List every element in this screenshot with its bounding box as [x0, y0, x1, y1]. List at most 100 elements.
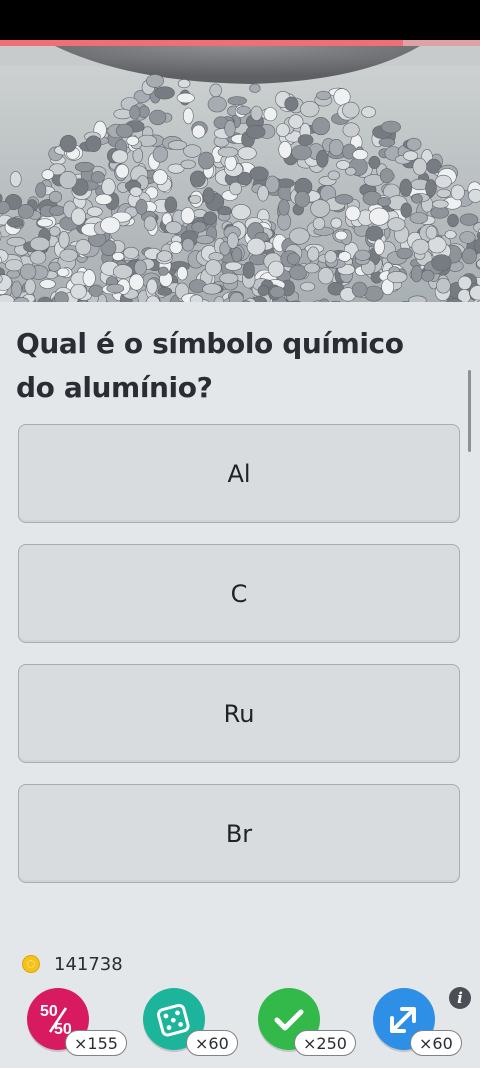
- can-shape: [207, 96, 227, 113]
- can-shape: [111, 252, 125, 262]
- coin-balance: 141738: [22, 952, 123, 976]
- can-shape: [334, 230, 348, 241]
- can-shape: [6, 236, 26, 247]
- can-shape: [381, 120, 401, 134]
- can-shape: [91, 171, 105, 184]
- can-shape: [115, 163, 129, 179]
- can-shape: [421, 269, 435, 282]
- can-shape: [400, 202, 412, 218]
- can-shape: [129, 186, 143, 197]
- can-shape: [263, 107, 278, 122]
- can-shape: [29, 236, 51, 251]
- can-shape: [224, 155, 237, 171]
- can-shape: [250, 105, 263, 121]
- can-shape: [379, 168, 394, 184]
- can-shape: [101, 178, 116, 196]
- can-shape: [152, 169, 168, 185]
- can-shape: [169, 241, 183, 254]
- answer-option-1[interactable]: Al: [18, 424, 460, 523]
- can-shape: [19, 263, 37, 281]
- can-shape: [342, 122, 360, 138]
- can-shape: [49, 205, 66, 216]
- can-shape: [368, 155, 381, 169]
- can-shape: [138, 105, 150, 119]
- can-shape: [409, 212, 428, 224]
- can-shape: [373, 238, 385, 256]
- can-shape: [9, 171, 22, 188]
- can-shape: [205, 259, 222, 276]
- can-shape: [59, 248, 78, 262]
- can-shape: [432, 199, 449, 209]
- question-text: Qual é o símbolo químico do alumínio?: [16, 327, 404, 404]
- can-shape: [459, 213, 479, 226]
- can-shape: [115, 123, 134, 138]
- can-shape: [48, 261, 61, 272]
- can-shape: [436, 277, 451, 294]
- can-shape: [406, 137, 422, 151]
- can-shape: [351, 281, 368, 298]
- can-shape: [165, 221, 183, 235]
- can-shape: [310, 199, 331, 218]
- answer-option-2[interactable]: C: [18, 544, 460, 643]
- can-shape: [227, 232, 239, 249]
- can-shape: [6, 217, 24, 228]
- answer-option-4[interactable]: Br: [18, 784, 460, 883]
- can-shape: [176, 266, 188, 281]
- can-shape: [58, 171, 77, 190]
- can-shape: [17, 203, 34, 219]
- can-shape: [95, 193, 113, 205]
- can-shape: [134, 259, 147, 276]
- answer-option-3[interactable]: Ru: [18, 664, 460, 763]
- can-shape: [177, 79, 191, 89]
- can-shape: [189, 170, 206, 188]
- can-shape: [246, 237, 266, 256]
- can-shape: [297, 134, 314, 146]
- can-shape: [48, 226, 61, 237]
- can-shape: [317, 267, 334, 285]
- can-shape: [316, 150, 329, 168]
- can-shape: [158, 266, 169, 276]
- can-shape: [369, 207, 390, 226]
- can-shape: [410, 265, 423, 283]
- can-shape: [330, 217, 343, 229]
- can-shape: [157, 250, 173, 262]
- can-shape: [157, 286, 173, 296]
- can-shape: [152, 146, 169, 163]
- can-shape: [35, 182, 47, 198]
- can-shape: [75, 239, 92, 256]
- can-shape: [203, 211, 218, 226]
- can-shape: [354, 249, 371, 261]
- can-shape: [129, 273, 145, 291]
- can-shape: [289, 227, 310, 245]
- can-shape: [345, 205, 361, 222]
- can-shape: [316, 90, 331, 101]
- can-shape: [436, 188, 451, 198]
- can-shape: [377, 197, 391, 207]
- can-shape: [129, 105, 141, 120]
- can-shape: [71, 207, 86, 226]
- can-shape: [434, 174, 452, 189]
- can-shape: [387, 217, 406, 232]
- can-shape: [224, 119, 236, 138]
- can-shape: [345, 167, 357, 176]
- can-shape: [334, 194, 354, 205]
- can-shape: [269, 286, 286, 298]
- can-shape: [312, 217, 326, 230]
- can-shape: [149, 109, 167, 126]
- can-shape: [181, 238, 195, 252]
- can-shape: [202, 187, 215, 204]
- can-shape: [123, 246, 140, 259]
- can-shape: [135, 198, 148, 215]
- can-shape: [459, 231, 476, 244]
- info-icon[interactable]: i: [449, 987, 471, 1009]
- can-shape: [192, 124, 206, 139]
- question-image: [0, 46, 480, 302]
- can-shape: [361, 106, 376, 118]
- can-shape: [411, 193, 423, 204]
- can-shape: [276, 178, 295, 188]
- fifty-top-label: 50: [40, 1003, 58, 1020]
- can-shape: [257, 285, 270, 296]
- can-shape: [146, 74, 165, 88]
- can-shape: [11, 280, 22, 299]
- scrollbar[interactable]: [468, 370, 471, 452]
